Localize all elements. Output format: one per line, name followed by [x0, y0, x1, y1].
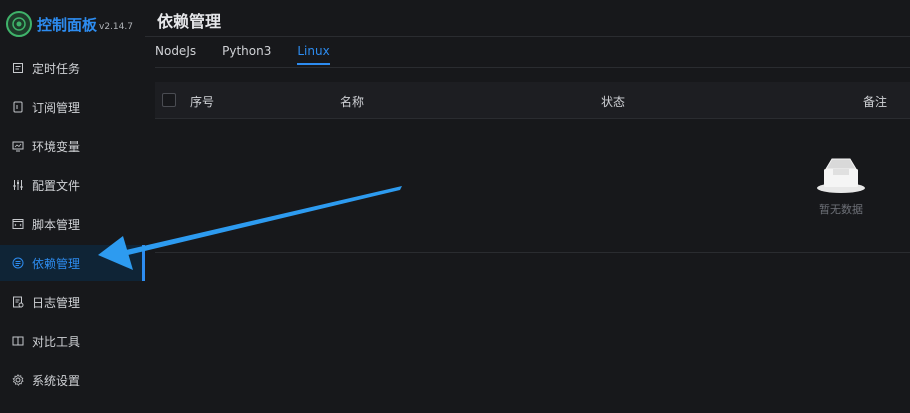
main-content: 依赖管理 NodeJs Python3 Linux 序号 名称 状态 备注 暂无…	[145, 0, 910, 413]
brand-version: v2.14.7	[99, 21, 133, 32]
sidebar-menu: 定时任务 订阅管理 环境变量 配置文件 脚本管理 依赖管理 日志管理 对比工具 …	[0, 50, 145, 401]
monitor-icon	[12, 140, 24, 152]
select-all-checkbox[interactable]	[162, 93, 176, 107]
sidebar: 控制面板 v2.14.7 定时任务 订阅管理 环境变量 配置文件 脚本管理 依赖…	[0, 0, 145, 413]
empty-text: 暂无数据	[819, 203, 863, 216]
empty-box-icon	[817, 158, 865, 193]
sidebar-item-label: 对比工具	[32, 334, 81, 349]
sidebar-item-label: 系统设置	[32, 373, 81, 388]
sidebar-item-dependencies[interactable]: 依赖管理	[0, 245, 145, 281]
brand-title: 控制面板	[37, 15, 98, 34]
empty-state: 暂无数据	[810, 155, 872, 217]
sidebar-item-label: 订阅管理	[32, 100, 81, 115]
sidebar-item-env[interactable]: 环境变量	[0, 128, 145, 164]
log-icon	[12, 296, 24, 308]
tab-python3[interactable]: Python3	[222, 44, 271, 65]
sidebar-item-diff[interactable]: 对比工具	[0, 323, 145, 359]
package-icon	[12, 257, 24, 269]
code-icon	[12, 218, 24, 230]
sidebar-item-settings[interactable]: 系统设置	[0, 362, 145, 398]
tab-linux[interactable]: Linux	[297, 44, 331, 65]
sidebar-item-label: 脚本管理	[32, 217, 81, 232]
sidebar-item-label: 环境变量	[32, 139, 81, 154]
column-header-remark: 备注	[863, 95, 888, 109]
tab-nodejs[interactable]: NodeJs	[155, 44, 196, 65]
sidebar-item-label: 依赖管理	[32, 256, 81, 271]
sidebar-item-scripts[interactable]: 脚本管理	[0, 206, 145, 242]
sidebar-item-logs[interactable]: 日志管理	[0, 284, 145, 320]
gear-icon	[12, 374, 24, 386]
schedule-icon	[12, 62, 24, 74]
logo-icon	[6, 11, 32, 37]
column-header-status: 状态	[601, 95, 626, 109]
page-title: 依赖管理	[157, 12, 222, 31]
table-body-divider	[155, 118, 910, 119]
table-end-divider	[155, 252, 910, 253]
subscription-icon	[12, 101, 24, 113]
sidebar-item-subscription[interactable]: 订阅管理	[0, 89, 145, 125]
column-header-index: 序号	[190, 95, 215, 109]
brand[interactable]: 控制面板 v2.14.7	[6, 9, 133, 39]
tabs: NodeJs Python3 Linux	[155, 44, 356, 65]
sidebar-item-label: 配置文件	[32, 178, 81, 193]
sidebar-item-label: 定时任务	[32, 61, 81, 76]
column-header-name: 名称	[340, 95, 365, 109]
sidebar-item-cron[interactable]: 定时任务	[0, 50, 145, 86]
diff-icon	[12, 335, 24, 347]
header-divider	[145, 36, 910, 37]
table-header: 序号 名称 状态 备注	[155, 82, 910, 118]
sidebar-item-label: 日志管理	[32, 295, 81, 310]
sidebar-item-config[interactable]: 配置文件	[0, 167, 145, 203]
tabs-divider	[155, 67, 910, 68]
sliders-icon	[12, 179, 24, 191]
